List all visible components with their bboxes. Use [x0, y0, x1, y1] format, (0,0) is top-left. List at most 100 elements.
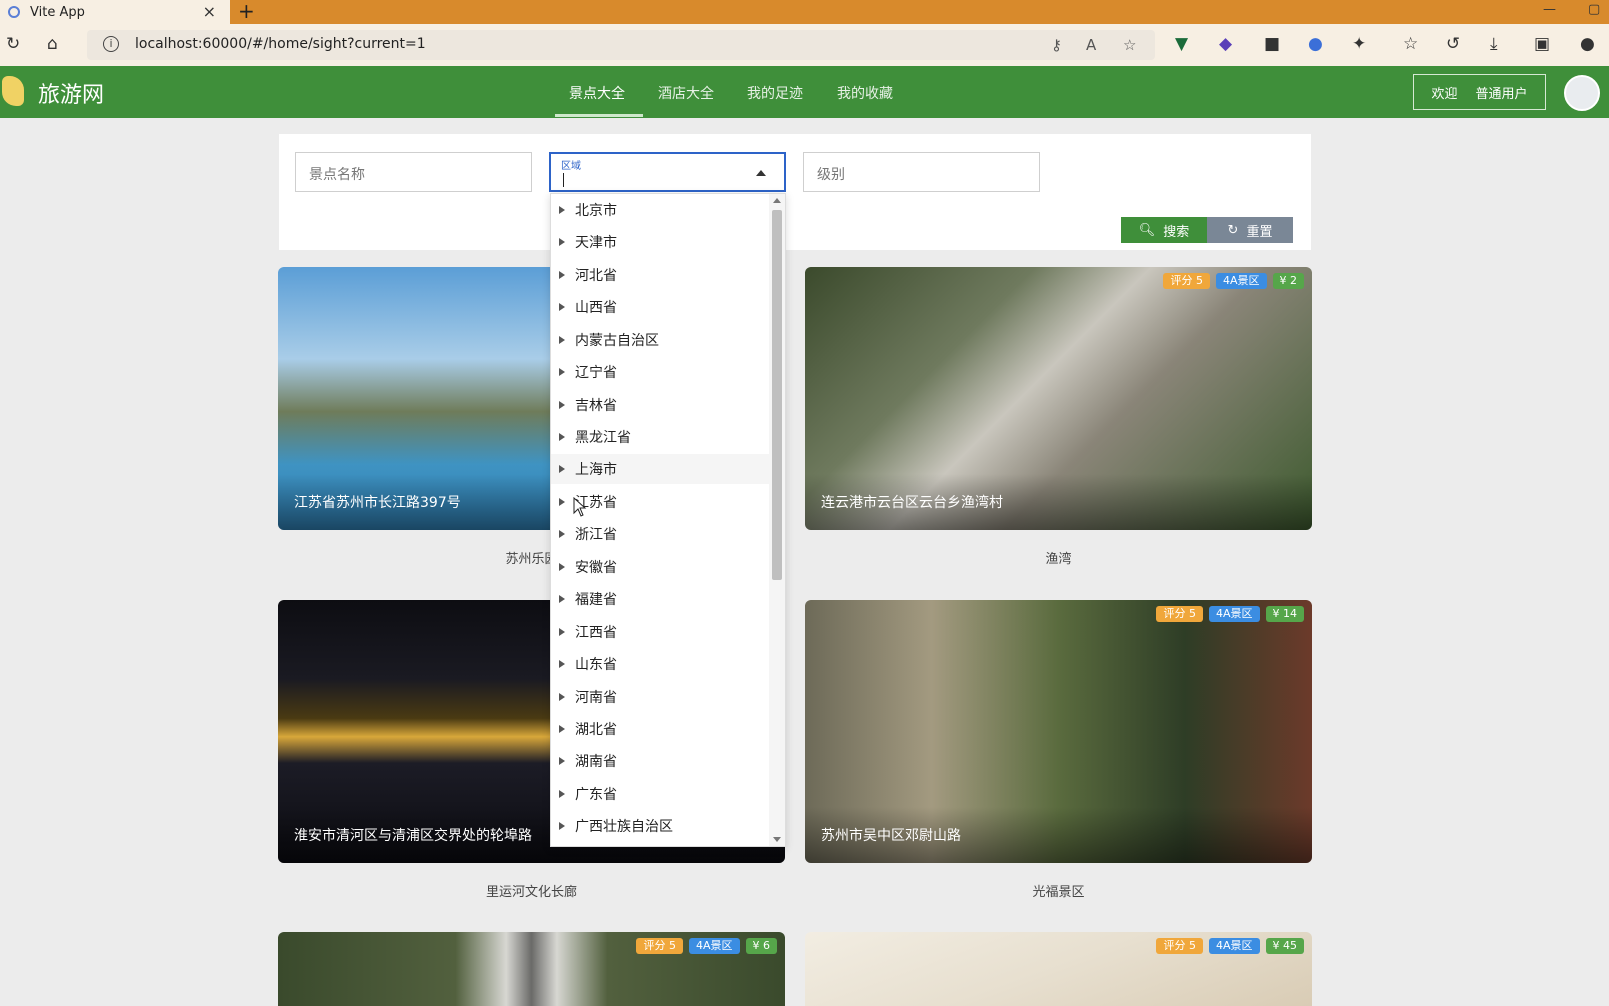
download-icon[interactable]: ⤓: [1490, 35, 1498, 53]
sight-card[interactable]: 评分 5 4A景区 ¥ 14 苏州市吴中区邓尉山路: [805, 600, 1312, 863]
extensions-icon[interactable]: ✦: [1352, 35, 1366, 53]
favorites-icon[interactable]: ☆: [1403, 35, 1418, 53]
caret-right-icon: [559, 303, 565, 311]
region-option[interactable]: 浙江省: [551, 519, 771, 549]
caret-right-icon: [559, 401, 565, 409]
reset-icon: ↻: [1227, 222, 1239, 238]
search-button[interactable]: 🔍︎ 搜索: [1121, 217, 1207, 243]
rating-badge: 评分 5: [1163, 273, 1210, 289]
nav-hotels[interactable]: 酒店大全: [658, 83, 714, 103]
scroll-up-icon[interactable]: [773, 198, 781, 203]
browser-tab-bar: Vite App × + — ▢: [0, 0, 1609, 24]
browser-toolbar: ↻ ⌂ i localhost:60000/#/home/sight?curre…: [0, 24, 1609, 66]
logo-icon: [2, 76, 24, 106]
caret-right-icon: [559, 238, 565, 246]
browser-tab[interactable]: Vite App ×: [0, 0, 230, 24]
level-badge: 4A景区: [688, 938, 740, 954]
caret-right-icon: [559, 822, 565, 830]
caret-right-icon: [559, 790, 565, 798]
extension-v-icon[interactable]: ▼: [1175, 35, 1188, 53]
minimize-icon[interactable]: —: [1543, 2, 1556, 17]
key-icon[interactable]: ⚷: [1051, 36, 1062, 54]
welcome-text: 欢迎: [1431, 86, 1458, 102]
region-option[interactable]: 湖南省: [551, 746, 771, 776]
app-header: 旅游网 景点大全 酒店大全 我的足迹 我的收藏 欢迎 普通用户: [0, 66, 1609, 118]
user-menu-button[interactable]: 欢迎 普通用户: [1413, 74, 1546, 110]
level-select[interactable]: 级别: [803, 152, 1040, 192]
region-option[interactable]: 湖北省: [551, 714, 771, 744]
card-address: 苏州市吴中区邓尉山路: [821, 828, 961, 844]
region-option[interactable]: 山东省: [551, 649, 771, 679]
address-bar[interactable]: i localhost:60000/#/home/sight?current=1…: [87, 30, 1155, 60]
region-option[interactable]: 福建省: [551, 584, 771, 614]
region-option[interactable]: 广西壮族自治区: [551, 811, 771, 841]
favorite-add-icon[interactable]: ☆: [1123, 36, 1136, 54]
chevron-up-icon[interactable]: [756, 170, 766, 176]
region-option[interactable]: 内蒙古自治区: [551, 325, 771, 355]
nav-footprints[interactable]: 我的足迹: [747, 83, 803, 103]
caret-right-icon: [559, 660, 565, 668]
region-option[interactable]: 广东省: [551, 779, 771, 809]
reset-button[interactable]: ↻ 重置: [1207, 217, 1293, 243]
card-title[interactable]: 光福景区: [805, 881, 1312, 900]
user-role: 普通用户: [1475, 86, 1528, 102]
read-aloud-icon[interactable]: A: [1086, 36, 1096, 54]
refresh-icon[interactable]: ↻: [6, 35, 20, 53]
sight-name-input[interactable]: 景点名称: [295, 152, 532, 192]
nav-favorites[interactable]: 我的收藏: [837, 83, 893, 103]
maximize-icon[interactable]: ▢: [1588, 2, 1600, 17]
caret-right-icon: [559, 563, 565, 571]
region-option[interactable]: 黑龙江省: [551, 422, 771, 452]
caret-right-icon: [559, 336, 565, 344]
caret-right-icon: [559, 368, 565, 376]
region-option[interactable]: 天津市: [551, 227, 771, 257]
sight-card[interactable]: 评分 5 4A景区 ¥ 45: [805, 932, 1312, 1006]
profile-icon[interactable]: ●: [1580, 35, 1595, 53]
history-icon[interactable]: ↺: [1446, 35, 1460, 53]
extension-blue-icon[interactable]: ●: [1308, 35, 1323, 53]
region-option[interactable]: 北京市: [551, 195, 771, 225]
level-badge: 4A景区: [1215, 273, 1267, 289]
card-address: 连云港市云台区云台乡渔湾村: [821, 495, 1003, 511]
region-option[interactable]: 上海市: [551, 454, 771, 484]
region-option[interactable]: 吉林省: [551, 390, 771, 420]
sight-card[interactable]: 评分 5 4A景区 ¥ 2 连云港市云台区云台乡渔湾村: [805, 267, 1312, 530]
url-text[interactable]: localhost:60000/#/home/sight?current=1: [135, 36, 426, 52]
new-tab-button[interactable]: +: [238, 0, 255, 22]
search-button-label: 搜索: [1163, 224, 1190, 240]
region-option[interactable]: 山西省: [551, 292, 771, 322]
home-icon[interactable]: ⌂: [47, 35, 58, 53]
region-option[interactable]: 河南省: [551, 682, 771, 712]
mouse-cursor-icon: [573, 497, 587, 517]
caret-right-icon: [559, 628, 565, 636]
region-label: 区域: [561, 161, 581, 172]
region-option[interactable]: 河北省: [551, 260, 771, 290]
caret-right-icon: [559, 757, 565, 765]
card-title[interactable]: 渔湾: [805, 548, 1312, 567]
dropdown-scrollbar[interactable]: [769, 194, 785, 846]
collections-icon[interactable]: ▣: [1534, 35, 1550, 53]
extension-mask-icon[interactable]: ■: [1264, 35, 1280, 53]
caret-right-icon: [559, 206, 565, 214]
scroll-thumb[interactable]: [772, 210, 782, 580]
card-title[interactable]: 里运河文化长廊: [278, 881, 785, 900]
info-icon[interactable]: i: [103, 36, 119, 52]
price-badge: ¥ 14: [1265, 606, 1304, 622]
region-dropdown[interactable]: 北京市 天津市 河北省 山西省 内蒙古自治区 辽宁省 吉林省 黑龙江省 上海市 …: [550, 193, 786, 847]
avatar[interactable]: [1564, 75, 1600, 111]
brand-title[interactable]: 旅游网: [38, 77, 104, 109]
region-option[interactable]: 江西省: [551, 617, 771, 647]
level-badge: 4A景区: [1208, 606, 1260, 622]
region-option[interactable]: 安徽省: [551, 552, 771, 582]
rating-badge: 评分 5: [1156, 606, 1203, 622]
tab-close-icon[interactable]: ×: [203, 2, 216, 21]
region-cascader[interactable]: 区域: [549, 152, 786, 192]
nav-sights[interactable]: 景点大全: [569, 83, 625, 103]
region-option[interactable]: 辽宁省: [551, 357, 771, 387]
scroll-down-icon[interactable]: [773, 837, 781, 842]
extension-badge-icon[interactable]: ◆: [1219, 35, 1232, 53]
level-badge: 4A景区: [1208, 938, 1260, 954]
price-badge: ¥ 45: [1265, 938, 1304, 954]
caret-right-icon: [559, 465, 565, 473]
sight-card[interactable]: 评分 5 4A景区 ¥ 6: [278, 932, 785, 1006]
